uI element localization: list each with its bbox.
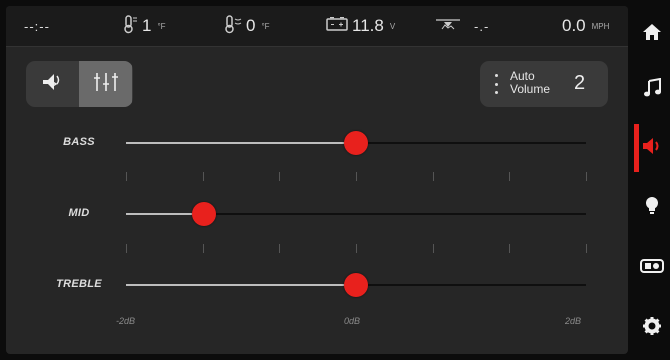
speed-value: 0.0 [562,16,586,35]
altitude-icon [436,16,460,37]
outside-thermometer-icon [224,14,242,39]
audio-settings-icon [641,137,663,160]
speed-unit: MPH [591,21,610,31]
nav-settings[interactable] [634,300,670,356]
altitude-value: -.- [474,18,490,34]
scale-tick [432,172,434,181]
nav-lighting[interactable] [634,180,670,236]
scale-max-label: 2dB [565,316,582,326]
scale-center-label: 0dB [344,316,361,326]
scale-tick [279,244,281,253]
scale-tick [202,244,204,253]
bass-slider[interactable] [126,131,586,155]
status-bar: --:-- 1 °F 0 °F 11.8 V -.- 0.0 MPH [6,6,628,47]
treble-label: TREBLE [56,278,102,290]
equalizer-icon [93,71,119,98]
scale-tick [586,172,587,181]
inside-temp-value: 1 [142,16,152,35]
speed-readout: 0.0 MPH [562,16,609,36]
light-icon [645,196,659,221]
auto-volume-value: 2 [574,72,586,94]
home-icon [642,23,662,46]
scale-min-label: -2dB [116,316,136,326]
scale-tick [356,172,357,181]
camera-icon [640,258,664,279]
balance-fader-icon [41,71,65,98]
nav-audio-settings[interactable] [634,120,670,176]
battery-value: 11.8 [352,16,384,35]
nav-music[interactable] [634,62,670,118]
scale-tick [509,244,511,253]
inside-temp-unit: °F [157,21,166,31]
side-nav [634,0,670,360]
scale-tick [432,244,434,253]
main-panel: --:-- 1 °F 0 °F 11.8 V -.- 0.0 MPH Auto … [6,6,628,354]
scale-tick [126,244,127,253]
mid-label: MID [68,207,90,219]
battery-readout: 11.8 V [326,16,395,36]
scale-tick [356,244,357,253]
scale-tick [202,172,204,181]
nav-camera[interactable] [634,240,670,296]
thermometer-icon [122,14,138,39]
more-options-icon [495,74,499,94]
bass-label: BASS [63,136,95,148]
nav-home[interactable] [634,6,670,62]
inside-temp-readout: 1 °F [122,14,166,39]
scale-tick [279,172,281,181]
scale-tick [509,172,511,181]
bass-mid-ticks [126,172,587,182]
outside-temp-value: 0 [246,16,256,35]
equalizer-button[interactable] [79,61,132,107]
mid-slider-knob[interactable] [192,202,217,226]
auto-volume-label-line2: Volume [510,82,551,96]
battery-unit: V [389,21,396,31]
scale-tick [586,244,587,253]
compass-value: --:-- [24,18,50,34]
outside-temp-unit: °F [261,21,270,31]
bass-slider-knob[interactable] [344,131,368,155]
bass-slider-fill [126,142,356,144]
treble-slider[interactable] [126,273,586,297]
treble-slider-fill [126,284,356,286]
treble-slider-knob[interactable] [344,273,368,297]
auto-volume-button[interactable]: Auto Volume 2 [480,61,608,107]
settings-icon [642,316,662,341]
compass-readout: --:-- [24,16,50,36]
auto-volume-label: Auto Volume [510,70,550,96]
scale-tick [126,172,127,181]
battery-icon [326,16,348,36]
balance-fader-button[interactable] [26,61,79,107]
music-icon [643,77,661,103]
mid-slider[interactable] [126,202,586,226]
outside-temp-readout: 0 °F [224,14,270,39]
altitude-readout: -.- [436,16,489,36]
audio-mode-toggle [26,61,133,107]
mid-treble-ticks [126,244,587,254]
